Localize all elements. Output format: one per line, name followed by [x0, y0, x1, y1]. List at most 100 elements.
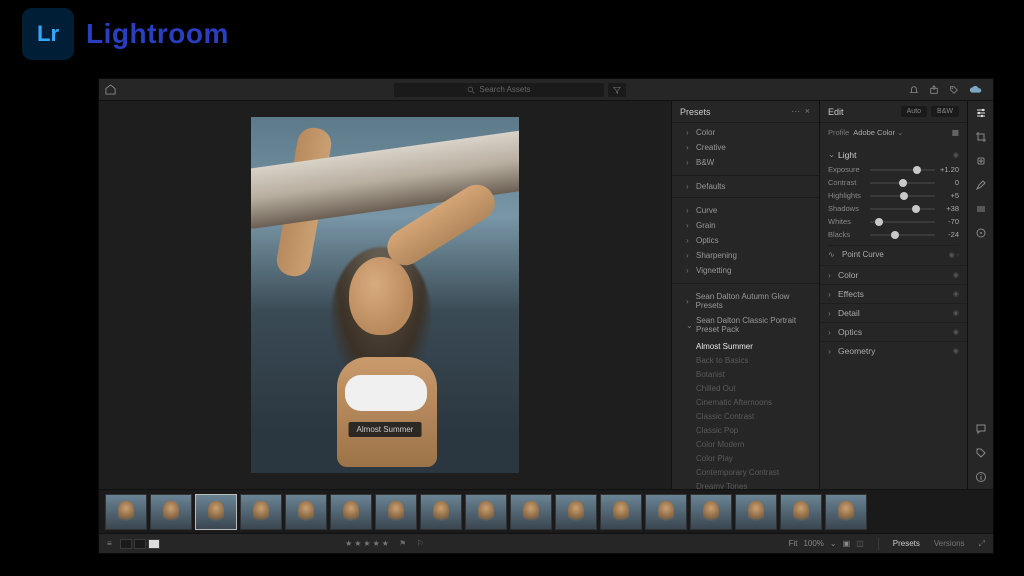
compare-view-icon[interactable] — [134, 539, 146, 549]
presets-link[interactable]: Presets — [893, 539, 920, 548]
slider-track[interactable] — [870, 221, 935, 223]
preset-item[interactable]: Chilled Out — [690, 381, 819, 395]
eye-icon[interactable]: ◉ — [953, 271, 959, 279]
share-icon[interactable] — [929, 85, 939, 95]
eye-icon[interactable]: ◉ — [953, 290, 959, 298]
zoom-value[interactable]: 100% — [803, 539, 823, 548]
edit-section-geometry[interactable]: Geometry◉ — [820, 341, 967, 360]
expand-icon[interactable]: ⤢ — [979, 539, 985, 549]
filmstrip-thumb[interactable] — [690, 494, 732, 530]
preset-item[interactable]: Cinematic Afternoons — [690, 395, 819, 409]
edit-section-detail[interactable]: Detail◉ — [820, 303, 967, 322]
slider-track[interactable] — [870, 234, 935, 236]
slider-contrast[interactable]: Contrast 0 — [828, 176, 959, 189]
profile-row[interactable]: Profile Adobe Color ⌄ ▦ — [820, 123, 967, 142]
slider-shadows[interactable]: Shadows +38 — [828, 202, 959, 215]
tag-icon[interactable] — [949, 85, 959, 95]
slider-whites[interactable]: Whites -70 — [828, 215, 959, 228]
flag-reject-icon[interactable]: ⚐ — [417, 539, 426, 548]
preset-item[interactable]: Dreamy Tones — [690, 479, 819, 489]
versions-link[interactable]: Versions — [934, 539, 965, 548]
grid-view-icon[interactable] — [120, 539, 132, 549]
keyword-icon[interactable] — [975, 447, 987, 459]
filter-button[interactable] — [608, 83, 626, 97]
filmstrip-thumb[interactable] — [150, 494, 192, 530]
histogram-toggle-icon[interactable]: ◫ — [856, 539, 864, 548]
filmstrip-thumb[interactable] — [555, 494, 597, 530]
eye-icon[interactable]: ◉ — [953, 347, 959, 355]
fit-label[interactable]: Fit — [789, 539, 798, 548]
edit-section-optics[interactable]: Optics◉ — [820, 322, 967, 341]
slider-highlights[interactable]: Highlights +5 — [828, 189, 959, 202]
preset-group[interactable]: Sharpening — [672, 248, 819, 263]
eye-icon[interactable]: ◉ — [953, 151, 959, 159]
radial-gradient-icon[interactable] — [975, 227, 987, 239]
filmstrip-thumb[interactable] — [420, 494, 462, 530]
light-section-toggle[interactable]: Light ◉ — [828, 146, 959, 163]
filmstrip-thumb[interactable] — [780, 494, 822, 530]
filmstrip-thumb[interactable] — [330, 494, 372, 530]
search-input[interactable]: Search Assets — [394, 83, 604, 97]
filmstrip-thumb[interactable] — [825, 494, 867, 530]
preset-group[interactable]: Creative — [672, 140, 819, 155]
preset-item[interactable]: Almost Summer — [690, 339, 819, 353]
cloud-sync-icon[interactable] — [969, 85, 983, 95]
heal-icon[interactable] — [975, 155, 987, 167]
linear-gradient-icon[interactable] — [975, 203, 987, 215]
preset-item[interactable]: Botanist — [690, 367, 819, 381]
slider-track[interactable] — [870, 195, 935, 197]
auto-button[interactable]: Auto — [901, 106, 927, 117]
filmstrip-thumb[interactable] — [105, 494, 147, 530]
filmstrip-thumb[interactable] — [600, 494, 642, 530]
filmstrip-thumb[interactable] — [240, 494, 282, 530]
crop-icon[interactable] — [975, 131, 987, 143]
preset-group[interactable]: Grain — [672, 218, 819, 233]
preset-item[interactable]: Classic Contrast — [690, 409, 819, 423]
slider-track[interactable] — [870, 208, 935, 210]
filmstrip-thumb[interactable] — [285, 494, 327, 530]
slider-blacks[interactable]: Blacks -24 — [828, 228, 959, 241]
eye-icon[interactable]: ◉ — [953, 328, 959, 336]
profile-browser-icon[interactable]: ▦ — [952, 128, 959, 137]
original-toggle-icon[interactable]: ▣ — [843, 539, 851, 548]
brush-icon[interactable] — [975, 179, 987, 191]
point-curve-label[interactable]: Point Curve — [842, 250, 884, 259]
filmstrip[interactable] — [99, 489, 993, 533]
preset-group[interactable]: Color — [672, 125, 819, 140]
slider-track[interactable] — [870, 169, 935, 171]
eye-icon[interactable]: ◉ — [953, 309, 959, 317]
preset-pack[interactable]: Sean Dalton Autumn Glow Presets — [672, 289, 819, 313]
home-icon[interactable] — [99, 84, 121, 95]
filmstrip-thumb[interactable] — [195, 494, 237, 530]
eye-icon[interactable]: ◉ › — [949, 251, 959, 259]
edit-sliders-icon[interactable] — [975, 107, 987, 119]
presets-menu-icon[interactable]: ⋯ × — [791, 106, 811, 117]
edit-section-effects[interactable]: Effects◉ — [820, 284, 967, 303]
preset-group-defaults[interactable]: Defaults — [672, 179, 819, 194]
preset-item[interactable]: Color Play — [690, 451, 819, 465]
filmstrip-thumb[interactable] — [510, 494, 552, 530]
comment-icon[interactable] — [975, 423, 987, 435]
detail-view-icon[interactable] — [148, 539, 160, 549]
preset-group[interactable]: Vignetting — [672, 263, 819, 278]
bw-button[interactable]: B&W — [931, 106, 959, 117]
slider-track[interactable] — [870, 182, 935, 184]
preset-item[interactable]: Back to Basics — [690, 353, 819, 367]
edit-section-color[interactable]: Color◉ — [820, 265, 967, 284]
info-icon[interactable] — [975, 471, 987, 483]
preset-item[interactable]: Contemporary Contrast — [690, 465, 819, 479]
preset-item[interactable]: Classic Pop — [690, 423, 819, 437]
filmstrip-thumb[interactable] — [375, 494, 417, 530]
preset-item[interactable]: Color Modern — [690, 437, 819, 451]
rating-stars[interactable]: ★★★★★ ⚑ ⚐ — [345, 539, 426, 548]
bell-icon[interactable] — [909, 85, 919, 95]
slider-exposure[interactable]: Exposure +1.20 — [828, 163, 959, 176]
flag-pick-icon[interactable]: ⚑ — [399, 539, 408, 548]
filmstrip-thumb[interactable] — [465, 494, 507, 530]
filmstrip-toggle-icon[interactable]: ≡ — [107, 539, 112, 548]
preset-pack[interactable]: Sean Dalton Classic Portrait Preset Pack — [672, 313, 819, 337]
photo-canvas[interactable]: Almost Summer — [99, 101, 671, 489]
preset-group[interactable]: Optics — [672, 233, 819, 248]
filmstrip-thumb[interactable] — [735, 494, 777, 530]
preset-group[interactable]: B&W — [672, 155, 819, 170]
